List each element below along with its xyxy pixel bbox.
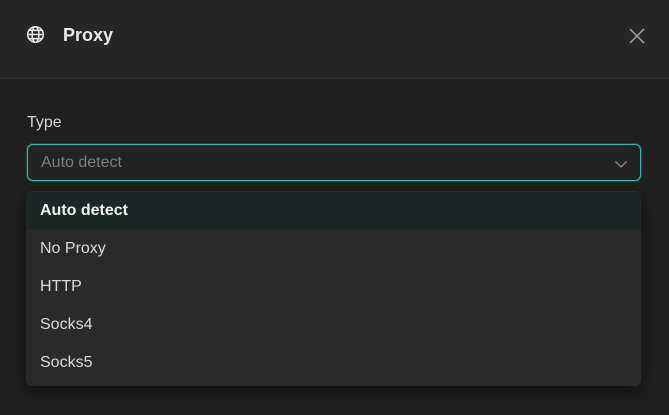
type-dropdown-menu: Auto detect No Proxy HTTP Socks4 Socks5	[26, 191, 641, 386]
chevron-down-icon	[614, 157, 628, 171]
dialog-header: Proxy	[0, 0, 669, 79]
option-no-proxy[interactable]: No Proxy	[26, 230, 641, 268]
type-label: Type	[27, 114, 62, 131]
proxy-dialog: Proxy Type Auto detect Auto detect No Pr…	[0, 0, 669, 415]
dialog-title: Proxy	[63, 25, 114, 45]
option-auto-detect[interactable]: Auto detect	[26, 192, 641, 230]
option-socks5[interactable]: Socks5	[26, 344, 641, 382]
type-select[interactable]: Auto detect	[27, 144, 641, 181]
option-socks4[interactable]: Socks4	[26, 306, 641, 344]
close-icon[interactable]	[626, 25, 648, 47]
globe-icon	[26, 25, 45, 44]
type-select-value: Auto detect	[41, 154, 122, 171]
option-http[interactable]: HTTP	[26, 268, 641, 306]
